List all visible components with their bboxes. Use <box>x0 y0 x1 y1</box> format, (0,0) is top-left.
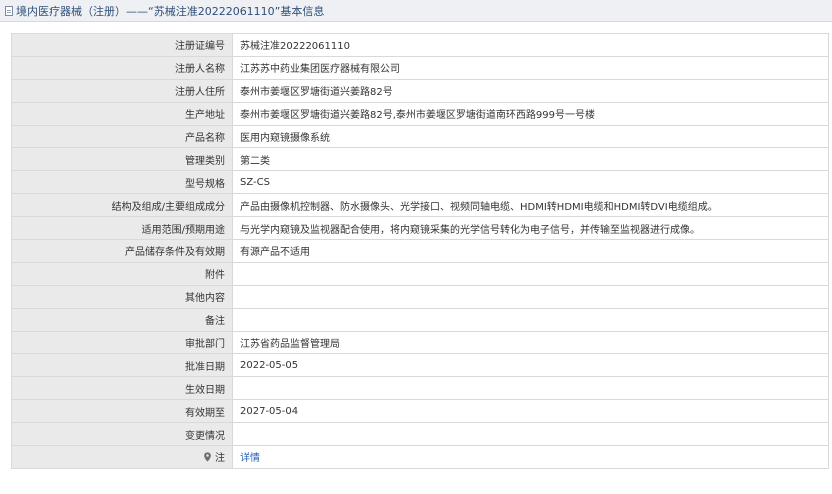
table-row: 其他内容 <box>11 284 829 309</box>
field-label: 备注 <box>11 307 233 332</box>
field-value <box>232 376 829 401</box>
table-row: 生效日期 <box>11 376 829 401</box>
field-label: 型号规格 <box>11 170 233 195</box>
field-label: 批准日期 <box>11 353 233 378</box>
field-value: 第二类 <box>232 147 829 172</box>
table-row: 有效期至 2027-05-04 <box>11 399 829 424</box>
field-value <box>232 261 829 286</box>
pin-icon <box>203 452 211 463</box>
field-label: 产品名称 <box>11 124 233 149</box>
note-value-cell: 详情 <box>232 445 829 469</box>
table-row: 备注 <box>11 307 829 332</box>
table-row: 注册证编号 苏械注准20222061110 <box>11 33 829 57</box>
note-label-cell: 注 <box>11 445 233 469</box>
field-value: 与光学内窥镜及监视器配合使用，将内窥镜采集的光学信号转化为电子信号，并传输至监视… <box>232 216 829 241</box>
field-value <box>232 422 829 447</box>
field-label: 注册证编号 <box>11 33 233 57</box>
field-label: 适用范围/预期用途 <box>11 216 233 241</box>
field-label: 附件 <box>11 261 233 286</box>
field-label: 变更情况 <box>11 422 233 447</box>
registration-info-table: 注册证编号 苏械注准20222061110 注册人名称 江苏苏中药业集团医疗器械有限公… <box>11 33 829 469</box>
field-label: 产品储存条件及有效期 <box>11 239 233 263</box>
field-value <box>232 307 829 332</box>
table-row: 型号规格 SZ-CS <box>11 170 829 195</box>
field-label: 生效日期 <box>11 376 233 401</box>
table-row: 注册人住所 泰州市姜堰区罗塘街道兴姜路82号 <box>11 78 829 103</box>
field-value: 泰州市姜堰区罗塘街道兴姜路82号 <box>232 78 829 103</box>
table-row: 产品储存条件及有效期 有源产品不适用 <box>11 239 829 263</box>
field-label: 注册人住所 <box>11 78 233 103</box>
field-value: 泰州市姜堰区罗塘街道兴姜路82号,泰州市姜堰区罗塘街道南环西路999号一号楼 <box>232 101 829 126</box>
table-row: 生产地址 泰州市姜堰区罗塘街道兴姜路82号,泰州市姜堰区罗塘街道南环西路999号一… <box>11 101 829 126</box>
page-header: 境内医疗器械（注册）——“苏械注准20222061110”基本信息 <box>0 0 832 22</box>
field-label: 注册人名称 <box>11 55 233 80</box>
field-value: 江苏苏中药业集团医疗器械有限公司 <box>232 55 829 80</box>
field-value: 2027-05-04 <box>232 399 829 424</box>
field-value: 2022-05-05 <box>232 353 829 378</box>
table-row: 审批部门 江苏省药品监督管理局 <box>11 330 829 355</box>
field-label: 生产地址 <box>11 101 233 126</box>
table-row: 管理类别 第二类 <box>11 147 829 172</box>
table-row: 附件 <box>11 261 829 286</box>
field-label: 结构及组成/主要组成成分 <box>11 193 233 218</box>
table-row: 批准日期 2022-05-05 <box>11 353 829 378</box>
field-value: 江苏省药品监督管理局 <box>232 330 829 355</box>
field-label: 有效期至 <box>11 399 233 424</box>
table-row: 结构及组成/主要组成成分 产品由摄像机控制器、防水摄像头、光学接口、视频同轴电缆、… <box>11 193 829 218</box>
table-row: 注 详情 <box>11 445 829 469</box>
field-value: SZ-CS <box>232 170 829 195</box>
field-value: 苏械注准20222061110 <box>232 33 829 57</box>
table-row: 适用范围/预期用途 与光学内窥镜及监视器配合使用，将内窥镜采集的光学信号转化为电子… <box>11 216 829 241</box>
field-value: 医用内窥镜摄像系统 <box>232 124 829 149</box>
document-icon <box>5 5 13 16</box>
details-link[interactable]: 详情 <box>240 453 260 464</box>
field-value: 产品由摄像机控制器、防水摄像头、光学接口、视频同轴电缆、HDMI转HDMI电缆和… <box>232 193 829 218</box>
field-label: 其他内容 <box>11 284 233 309</box>
page-title: 境内医疗器械（注册）——“苏械注准20222061110”基本信息 <box>16 4 325 18</box>
table-row: 产品名称 医用内窥镜摄像系统 <box>11 124 829 149</box>
info-table-body: 注册证编号 苏械注准20222061110 注册人名称 江苏苏中药业集团医疗器械有限公… <box>11 33 829 469</box>
table-row: 注册人名称 江苏苏中药业集团医疗器械有限公司 <box>11 55 829 80</box>
field-value <box>232 284 829 309</box>
table-row: 变更情况 <box>11 422 829 447</box>
note-label: 注 <box>215 453 225 465</box>
field-label: 审批部门 <box>11 330 233 355</box>
field-label: 管理类别 <box>11 147 233 172</box>
field-value: 有源产品不适用 <box>232 239 829 263</box>
